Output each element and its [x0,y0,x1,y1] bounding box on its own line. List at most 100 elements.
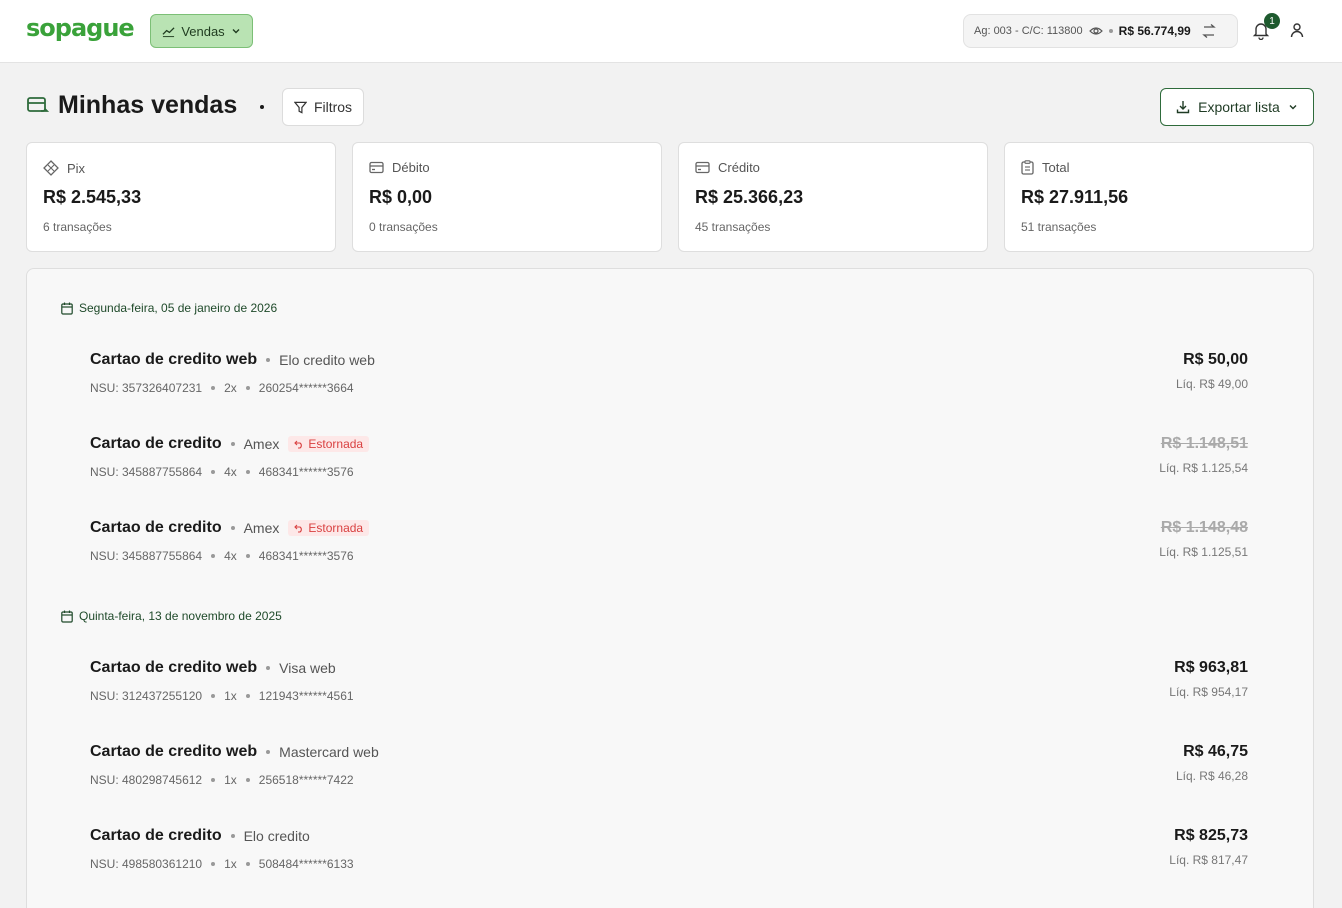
separator-dot [211,470,216,474]
reversed-label: Estornada [308,521,364,535]
separator-dot [230,834,235,838]
transaction-name: Cartao de credito web [90,351,258,368]
transaction-amount: R$ 46,75 [1183,743,1248,760]
separator-dot [1108,29,1113,33]
transaction-title[interactable]: Cartao de credito web Mastercard web [90,743,379,761]
reversed-badge: Estornada [288,520,370,536]
filters-button[interactable]: Filtros [282,88,364,126]
separator-dot [245,862,250,866]
card-icon [695,161,710,174]
reversed-badge: Estornada [288,436,370,452]
transaction-name: Cartao de credito web [90,659,258,676]
transaction-name: Cartao de credito [90,827,222,844]
chevron-down-icon [1288,102,1298,112]
logo[interactable]: sopague [26,14,135,42]
transaction-title[interactable]: Cartao de credito Amex Estornada [90,435,370,453]
transaction-title[interactable]: Cartao de credito web Visa web [90,659,336,677]
summary-value: R$ 25.366,23 [695,187,804,207]
transaction-brand: Visa web [279,660,336,676]
transaction-amount: R$ 963,81 [1174,659,1248,676]
transaction-installments: 1x [224,773,237,787]
separator-dot [266,750,271,754]
eye-icon[interactable] [1088,25,1103,37]
filters-label: Filtros [313,99,353,115]
summary-value: R$ 2.545,33 [43,187,142,207]
vendas-menu-button[interactable]: Vendas [150,14,253,48]
separator-dot [245,386,250,390]
transaction-card: 468341******3576 [258,465,354,479]
transaction-nsu: NSU: 498580361210 [90,857,203,871]
separator-dot [266,666,271,670]
transaction-nsu: NSU: 345887755864 [90,465,203,479]
sales-card-icon [27,96,49,118]
transaction-meta: NSU: 498580361210 1x 508484******6133 [90,857,354,871]
transaction-installments: 1x [224,857,237,871]
separator-dot [211,554,216,558]
transaction-brand: Mastercard web [279,744,379,760]
summary-card-total: Total R$ 27.911,56 51 transações [1004,142,1314,252]
transaction-card: 508484******6133 [258,857,354,871]
separator-dot [245,694,250,698]
summary-label: Débito [392,160,430,175]
date-label: Quinta-feira, 13 de novembro de 2025 [79,609,282,623]
transaction-installments: 4x [224,549,237,563]
calendar-icon [61,302,73,315]
transaction-net-amount: Líq. R$ 46,28 [1175,769,1248,783]
filter-icon [293,101,307,114]
summary-label: Crédito [718,160,760,175]
chevron-down-icon [231,26,241,36]
transaction-installments: 2x [224,381,237,395]
summary-card-pix: Pix R$ 2.545,33 6 transações [26,142,336,252]
transaction-brand: Amex [243,520,280,536]
account-info: Ag: 003 - C/C: 113800 [974,25,1083,37]
transaction-meta: NSU: 345887755864 4x 468341******3576 [90,549,354,563]
transaction-nsu: NSU: 312437255120 [90,689,203,703]
transaction-title[interactable]: Cartao de credito Elo credito [90,827,310,845]
transaction-name: Cartao de credito [90,519,222,536]
export-list-button[interactable]: Exportar lista [1160,88,1314,126]
transaction-brand: Elo credito [243,828,310,844]
transaction-meta: NSU: 480298745612 1x 256518******7422 [90,773,354,787]
separator-dot [245,470,250,474]
summary-count: 45 transações [695,220,771,234]
separator-dot [245,554,250,558]
summary-count: 0 transações [369,220,438,234]
separator-dot [230,442,235,446]
separator-dot [211,694,216,698]
transaction-meta: NSU: 357326407231 2x 260254******3664 [90,381,354,395]
transaction-net-amount: Líq. R$ 954,17 [1169,685,1248,699]
download-icon [1176,100,1190,114]
separator-dot [211,386,216,390]
pix-icon [43,160,59,176]
transaction-amount: R$ 825,73 [1174,827,1248,844]
date-header: Quinta-feira, 13 de novembro de 2025 [61,609,282,623]
user-icon[interactable] [1289,22,1307,40]
clipboard-icon [1021,160,1034,175]
separator-dot [230,526,235,530]
page-title: Minhas vendas [58,91,238,119]
undo-icon [294,440,304,449]
date-header: Segunda-feira, 05 de janeiro de 2026 [61,301,277,315]
transaction-installments: 4x [224,465,237,479]
transaction-meta: NSU: 312437255120 1x 121943******4561 [90,689,354,703]
summary-label: Pix [67,160,86,176]
transaction-meta: NSU: 345887755864 4x 468341******3576 [90,465,354,479]
transaction-name: Cartao de credito [90,435,222,452]
transaction-net-amount: Líq. R$ 1.125,54 [1159,461,1248,475]
card-icon [369,161,384,174]
summary-value: R$ 27.911,56 [1021,187,1129,207]
transaction-nsu: NSU: 480298745612 [90,773,203,787]
transaction-nsu: NSU: 345887755864 [90,549,203,563]
notification-badge: 1 [1264,13,1280,29]
top-bar: sopague Vendas Ag: 003 - C/C: 113800 R$ … [0,0,1342,63]
transaction-title[interactable]: Cartao de credito Amex Estornada [90,519,370,537]
chart-line-icon [162,25,175,38]
summary-card-credito: Crédito R$ 25.366,23 45 transações [678,142,988,252]
separator-dot [211,862,216,866]
date-label: Segunda-feira, 05 de janeiro de 2026 [79,301,278,315]
transaction-title[interactable]: Cartao de credito web Elo credito web [90,351,375,369]
separator-dot [211,778,216,782]
separator-dot [266,358,271,362]
transaction-brand: Elo credito web [279,352,375,368]
switch-account-icon[interactable] [1201,24,1217,38]
